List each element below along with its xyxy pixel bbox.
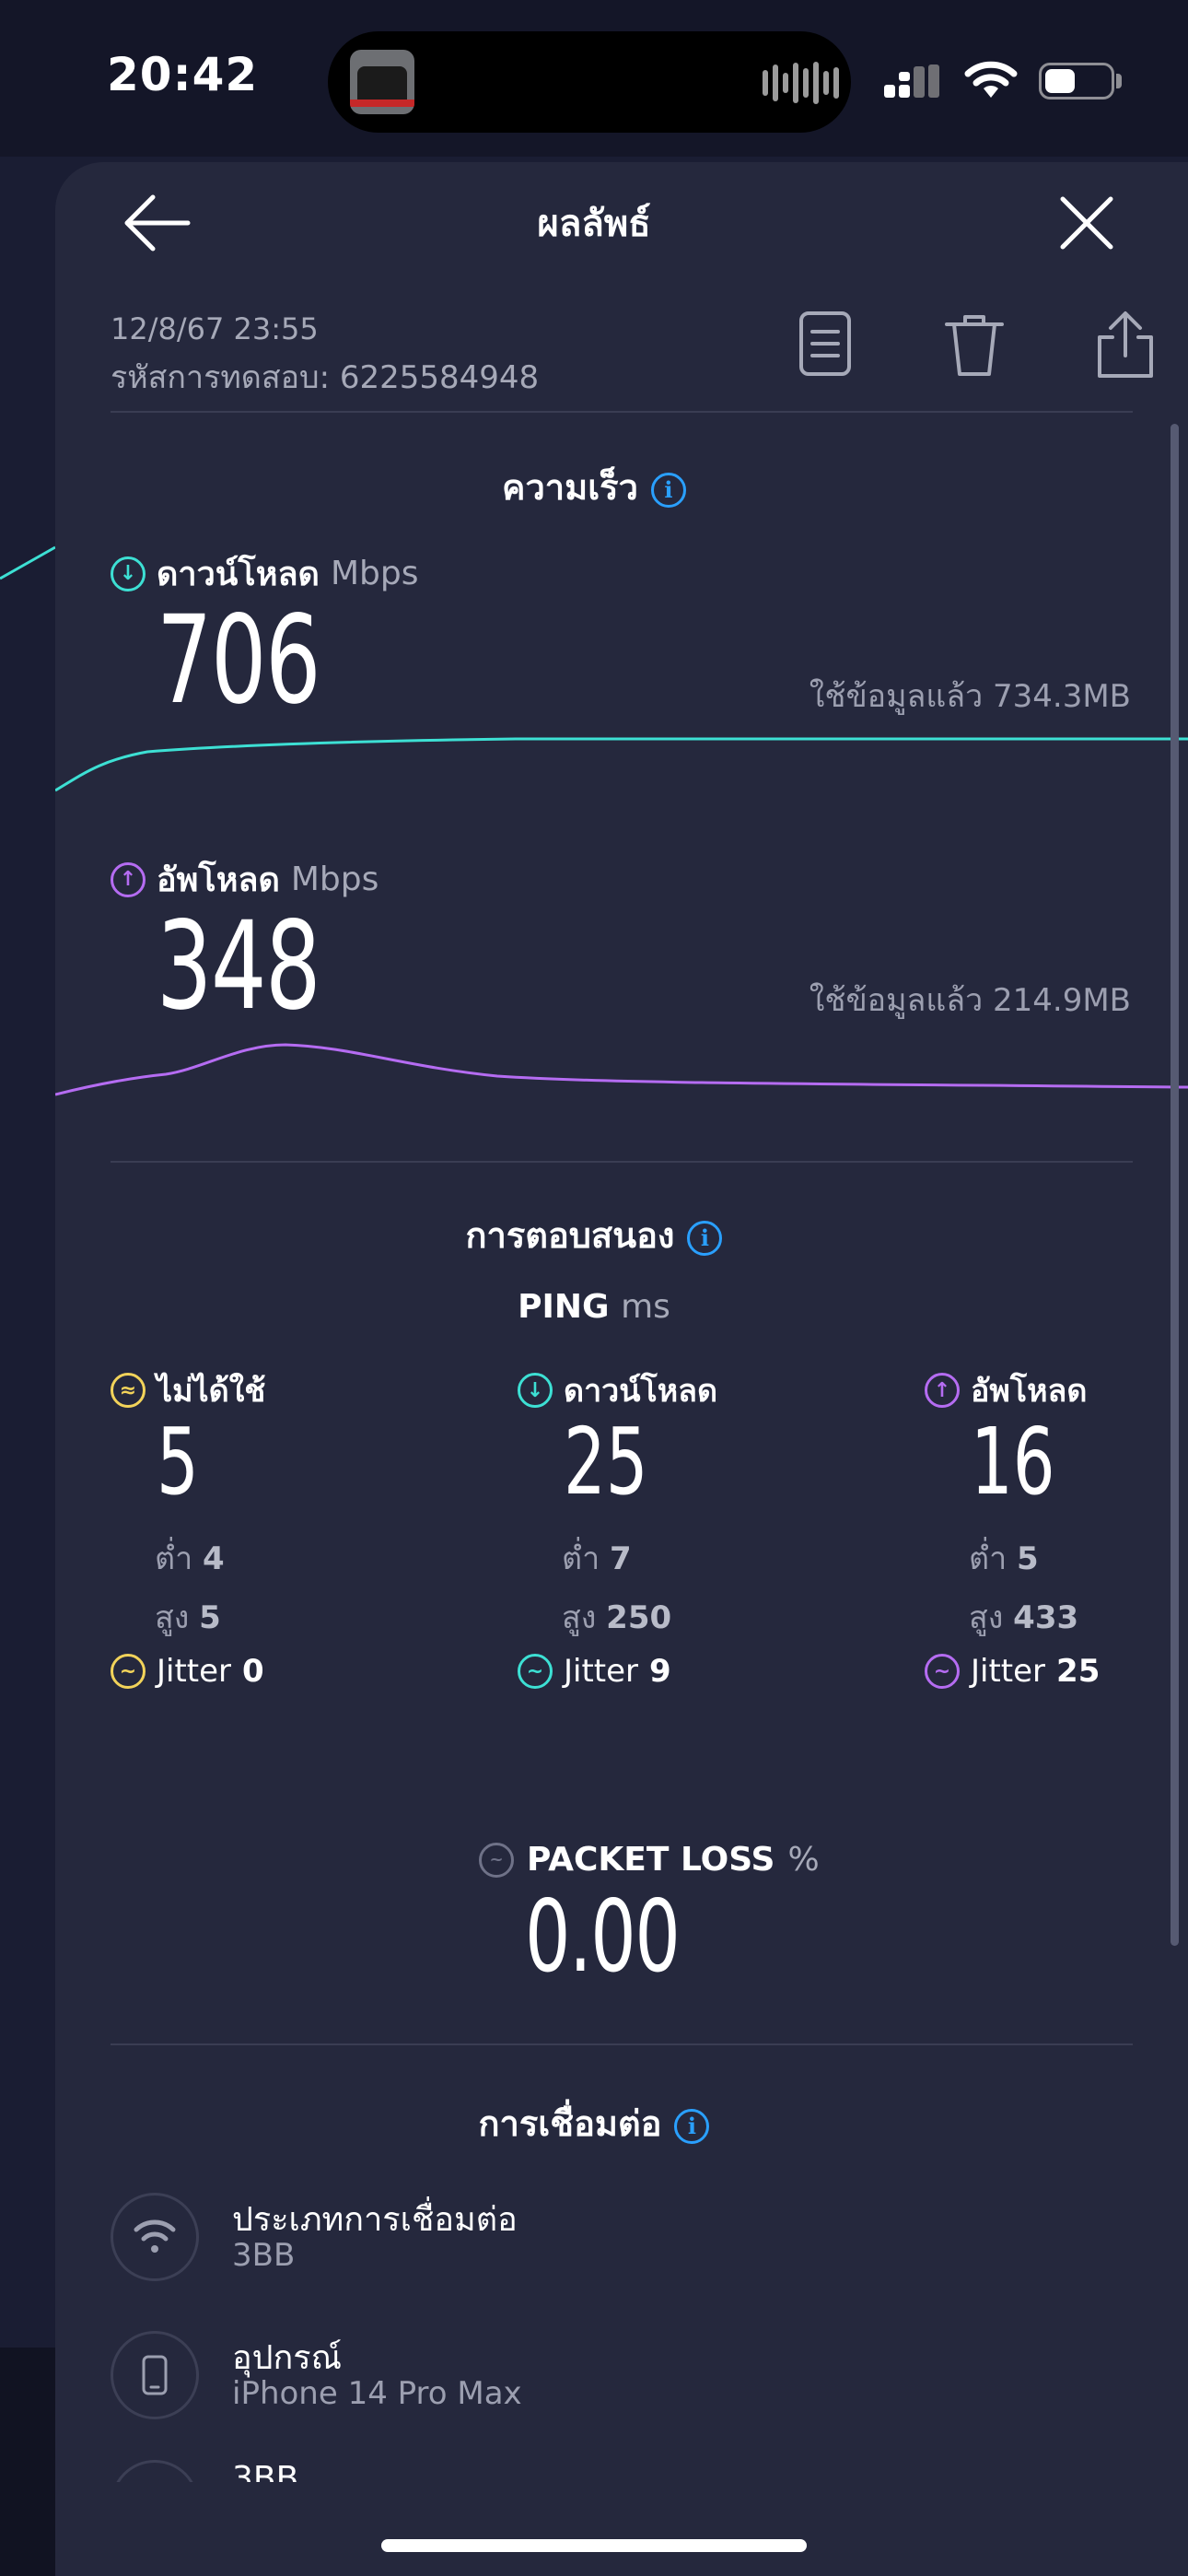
- ping-upload-low: ต่ำ 5: [969, 1540, 1039, 1577]
- ping-idle-low: ต่ำ 4: [155, 1540, 225, 1577]
- status-time: 20:42: [107, 48, 259, 101]
- idle-icon: ≈: [111, 1373, 146, 1408]
- upload-speed-value: 348: [157, 896, 321, 1037]
- speed-section-title: ความเร็ว i: [0, 459, 1188, 515]
- ping-idle-high: สูง 5: [155, 1599, 221, 1636]
- upload-arrow-icon: ↑: [111, 861, 146, 897]
- phone-icon: [111, 2331, 199, 2419]
- packet-loss-heading: ~ PACKET LOSS %: [479, 1841, 820, 1879]
- download-speed-graph: [55, 736, 1188, 792]
- ping-download-jitter: ~ Jitter 9: [518, 1653, 671, 1690]
- trash-icon[interactable]: [941, 310, 1007, 380]
- ping-upload-high: สูง 433: [969, 1599, 1079, 1636]
- divider: [111, 411, 1133, 413]
- download-arrow-icon: ↓: [111, 556, 146, 591]
- home-indicator[interactable]: [381, 2539, 807, 2552]
- jitter-icon: ~: [111, 1654, 146, 1689]
- server-title: 3BB: [232, 2460, 299, 2482]
- ping-idle-jitter: ~ Jitter 0: [111, 1653, 264, 1690]
- divider: [111, 1161, 1133, 1163]
- connection-row-clipped: 3BB: [55, 2451, 1188, 2482]
- connection-type-value: 3BB: [232, 2237, 296, 2274]
- audio-wave-icon: [763, 61, 839, 105]
- packet-loss-icon: ~: [479, 1842, 514, 1878]
- cellular-signal-icon: [884, 64, 939, 98]
- test-date: 12/8/67 23:55: [111, 311, 319, 346]
- ping-upload-jitter: ~ Jitter 25: [925, 1653, 1100, 1690]
- divider: [111, 2043, 1133, 2045]
- jitter-icon: ~: [925, 1654, 960, 1689]
- ping-download-high: สูง 250: [562, 1599, 672, 1636]
- wifi-status-icon: [964, 61, 1018, 98]
- scrollbar[interactable]: [1171, 424, 1179, 1946]
- connection-info-icon[interactable]: i: [674, 2108, 710, 2144]
- download-arrow-icon: ↓: [518, 1373, 553, 1408]
- battery-tip: [1116, 74, 1122, 88]
- packet-loss-value: 0.00: [525, 1879, 681, 1995]
- server-icon: [111, 2460, 199, 2482]
- ping-heading: PING ms: [518, 1288, 670, 1326]
- ping-upload-value: 16: [971, 1408, 1055, 1516]
- connection-section-title: การเชื่อมต่อ i: [0, 2095, 1188, 2151]
- document-icon[interactable]: [792, 310, 858, 380]
- jitter-icon: ~: [518, 1654, 553, 1689]
- background-chart-line: [0, 545, 56, 580]
- device-value: iPhone 14 Pro Max: [232, 2375, 522, 2412]
- upload-data-used: ใช้ข้อมูลแล้ว 214.9MB: [809, 982, 1131, 1019]
- share-icon[interactable]: [1092, 310, 1159, 380]
- ping-download-value: 25: [564, 1408, 648, 1516]
- speed-info-icon[interactable]: i: [650, 472, 686, 508]
- response-section-title: การตอบสนอง i: [0, 1207, 1188, 1263]
- test-id: รหัสการทดสอบ: 6225584948: [111, 359, 540, 396]
- upload-speed-graph: [55, 1043, 1188, 1096]
- response-info-icon[interactable]: i: [687, 1220, 723, 1256]
- download-speed-value: 706: [157, 590, 321, 732]
- now-playing-artwork[interactable]: [350, 50, 414, 114]
- battery-icon: [1039, 63, 1114, 100]
- upload-arrow-icon: ↑: [925, 1373, 960, 1408]
- ping-download-low: ต่ำ 7: [562, 1540, 632, 1577]
- page-title: ผลลัพธ์: [537, 203, 651, 245]
- ping-idle-value: 5: [157, 1408, 199, 1516]
- close-icon[interactable]: [1057, 192, 1116, 254]
- wifi-icon: [111, 2193, 199, 2281]
- download-data-used: ใช้ข้อมูลแล้ว 734.3MB: [809, 678, 1131, 715]
